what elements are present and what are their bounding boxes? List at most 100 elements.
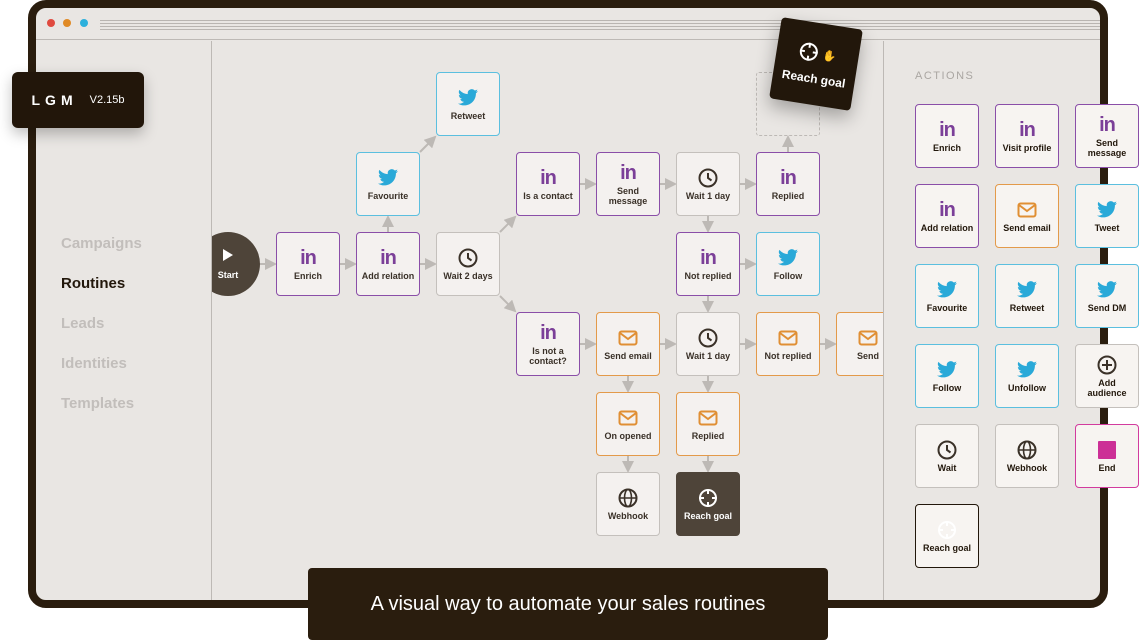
flow-node[interactable]: Send xyxy=(836,312,883,376)
twitter-icon xyxy=(378,168,398,188)
flow-node[interactable]: in Enrich xyxy=(276,232,340,296)
sidebar-item-routines[interactable]: Routines xyxy=(61,275,125,292)
action-tile[interactable]: in Visit profile xyxy=(995,104,1059,168)
flow-node[interactable]: Not replied xyxy=(756,312,820,376)
tile-label: Send DM xyxy=(1087,302,1127,313)
sidebar-item-identities[interactable]: Identities xyxy=(61,355,127,372)
minimize-dot[interactable] xyxy=(63,19,71,27)
linkedin-icon: in xyxy=(620,161,637,184)
tile-label: Unfollow xyxy=(1008,382,1046,393)
action-tile[interactable]: Send DM xyxy=(1075,264,1139,328)
logo: LGM xyxy=(31,92,78,108)
tile-label: Follow xyxy=(773,270,803,281)
tile-label: Follow xyxy=(932,382,962,393)
twitter-icon xyxy=(1097,200,1117,220)
flow-node[interactable]: in Is a contact xyxy=(516,152,580,216)
tile-label: Favourite xyxy=(367,190,409,201)
globe-icon xyxy=(618,488,638,508)
flow-node[interactable]: in Replied xyxy=(756,152,820,216)
actions-title: ACTIONS xyxy=(915,70,975,82)
action-tile[interactable]: Send email xyxy=(995,184,1059,248)
grab-hand-icon: ✋ xyxy=(821,49,838,64)
linkedin-icon: in xyxy=(300,246,317,269)
action-tile[interactable]: Webhook xyxy=(995,424,1059,488)
twitter-icon xyxy=(1017,280,1037,300)
tile-label: Not replied xyxy=(684,270,732,281)
target-icon xyxy=(937,520,957,540)
clock-icon xyxy=(937,440,957,460)
sidebar-item-leads[interactable]: Leads xyxy=(61,315,104,332)
tile-label: Visit profile xyxy=(1002,142,1052,153)
sidebar-item-campaigns[interactable]: Campaigns xyxy=(61,235,142,252)
flow-node[interactable]: in Send message xyxy=(596,152,660,216)
version-badge: LGM V2.15b xyxy=(12,72,144,128)
tile-label: Wait 2 days xyxy=(443,270,493,281)
tile-label: Replied xyxy=(771,190,805,201)
flow-node[interactable]: Reach goal xyxy=(676,472,740,536)
tile-label: End xyxy=(1098,462,1116,473)
flow-node[interactable]: Follow xyxy=(756,232,820,296)
start-label: Start xyxy=(217,270,239,280)
twitter-icon xyxy=(937,280,957,300)
connector-arrow xyxy=(499,215,517,233)
play-icon xyxy=(222,248,234,264)
action-tile[interactable]: Wait xyxy=(915,424,979,488)
connector-arrow xyxy=(419,135,437,153)
linkedin-icon: in xyxy=(700,246,717,269)
routine-canvas[interactable]: Start Retweet Favourite in Is a contact in Se… xyxy=(212,41,883,600)
tile-label: Is not a contact? xyxy=(529,345,567,366)
action-tile[interactable]: Retweet xyxy=(995,264,1059,328)
tile-label: Favourite xyxy=(926,302,968,313)
tile-label: On opened xyxy=(604,430,652,441)
flow-node[interactable]: Send email xyxy=(596,312,660,376)
flow-node[interactable]: On opened xyxy=(596,392,660,456)
close-dot[interactable] xyxy=(47,19,55,27)
tile-label: Retweet xyxy=(450,110,486,121)
sidebar-item-templates[interactable]: Templates xyxy=(61,395,134,412)
action-tile[interactable]: Reach goal xyxy=(915,504,979,568)
action-tile[interactable]: Unfollow xyxy=(995,344,1059,408)
target-icon xyxy=(797,40,820,66)
flow-node[interactable]: in Add relation xyxy=(356,232,420,296)
linkedin-icon: in xyxy=(1099,113,1116,136)
flow-node[interactable]: Favourite xyxy=(356,152,420,216)
flow-node[interactable]: Wait 1 day xyxy=(676,312,740,376)
action-tile[interactable]: Tweet xyxy=(1075,184,1139,248)
dragging-reach-goal-card[interactable]: ✋ Reach goal xyxy=(769,17,863,111)
flow-node[interactable]: in Is not a contact? xyxy=(516,312,580,376)
action-tile[interactable]: in Add relation xyxy=(915,184,979,248)
action-tile[interactable]: Favourite xyxy=(915,264,979,328)
action-tile[interactable]: Follow xyxy=(915,344,979,408)
linkedin-icon: in xyxy=(380,246,397,269)
tile-label: Add audience xyxy=(1087,377,1127,398)
linkedin-icon: in xyxy=(939,118,956,141)
flow-node[interactable]: Retweet xyxy=(436,72,500,136)
flow-node[interactable]: in Not replied xyxy=(676,232,740,296)
action-tile[interactable]: End xyxy=(1075,424,1139,488)
title-bar xyxy=(36,8,1100,40)
tagline: A visual way to automate your sales rout… xyxy=(370,592,766,615)
flow-node[interactable]: Webhook xyxy=(596,472,660,536)
linkedin-icon: in xyxy=(780,166,797,189)
dragging-label: Reach goal xyxy=(781,66,847,91)
clock-icon xyxy=(698,328,718,348)
mail-icon xyxy=(1017,200,1037,220)
linkedin-icon: in xyxy=(540,166,557,189)
tile-label: Add relation xyxy=(920,222,974,233)
flow-node[interactable]: Wait 2 days xyxy=(436,232,500,296)
action-tile[interactable]: in Send message xyxy=(1075,104,1139,168)
mail-icon xyxy=(698,408,718,428)
tile-label: Is a contact xyxy=(523,190,573,201)
tile-label: Enrich xyxy=(932,142,961,153)
action-tile[interactable]: Add audience xyxy=(1075,344,1139,408)
action-tile[interactable]: in Enrich xyxy=(915,104,979,168)
tile-label: Not replied xyxy=(764,350,812,361)
connector-arrow xyxy=(499,295,517,313)
flow-node[interactable]: Replied xyxy=(676,392,740,456)
tile-label: Send message xyxy=(608,185,648,206)
flow-node[interactable]: Wait 1 day xyxy=(676,152,740,216)
add-circle-icon xyxy=(1097,355,1117,375)
maximize-dot[interactable] xyxy=(80,19,88,27)
tile-label: Tweet xyxy=(1094,222,1120,233)
tile-label: Webhook xyxy=(607,510,649,521)
